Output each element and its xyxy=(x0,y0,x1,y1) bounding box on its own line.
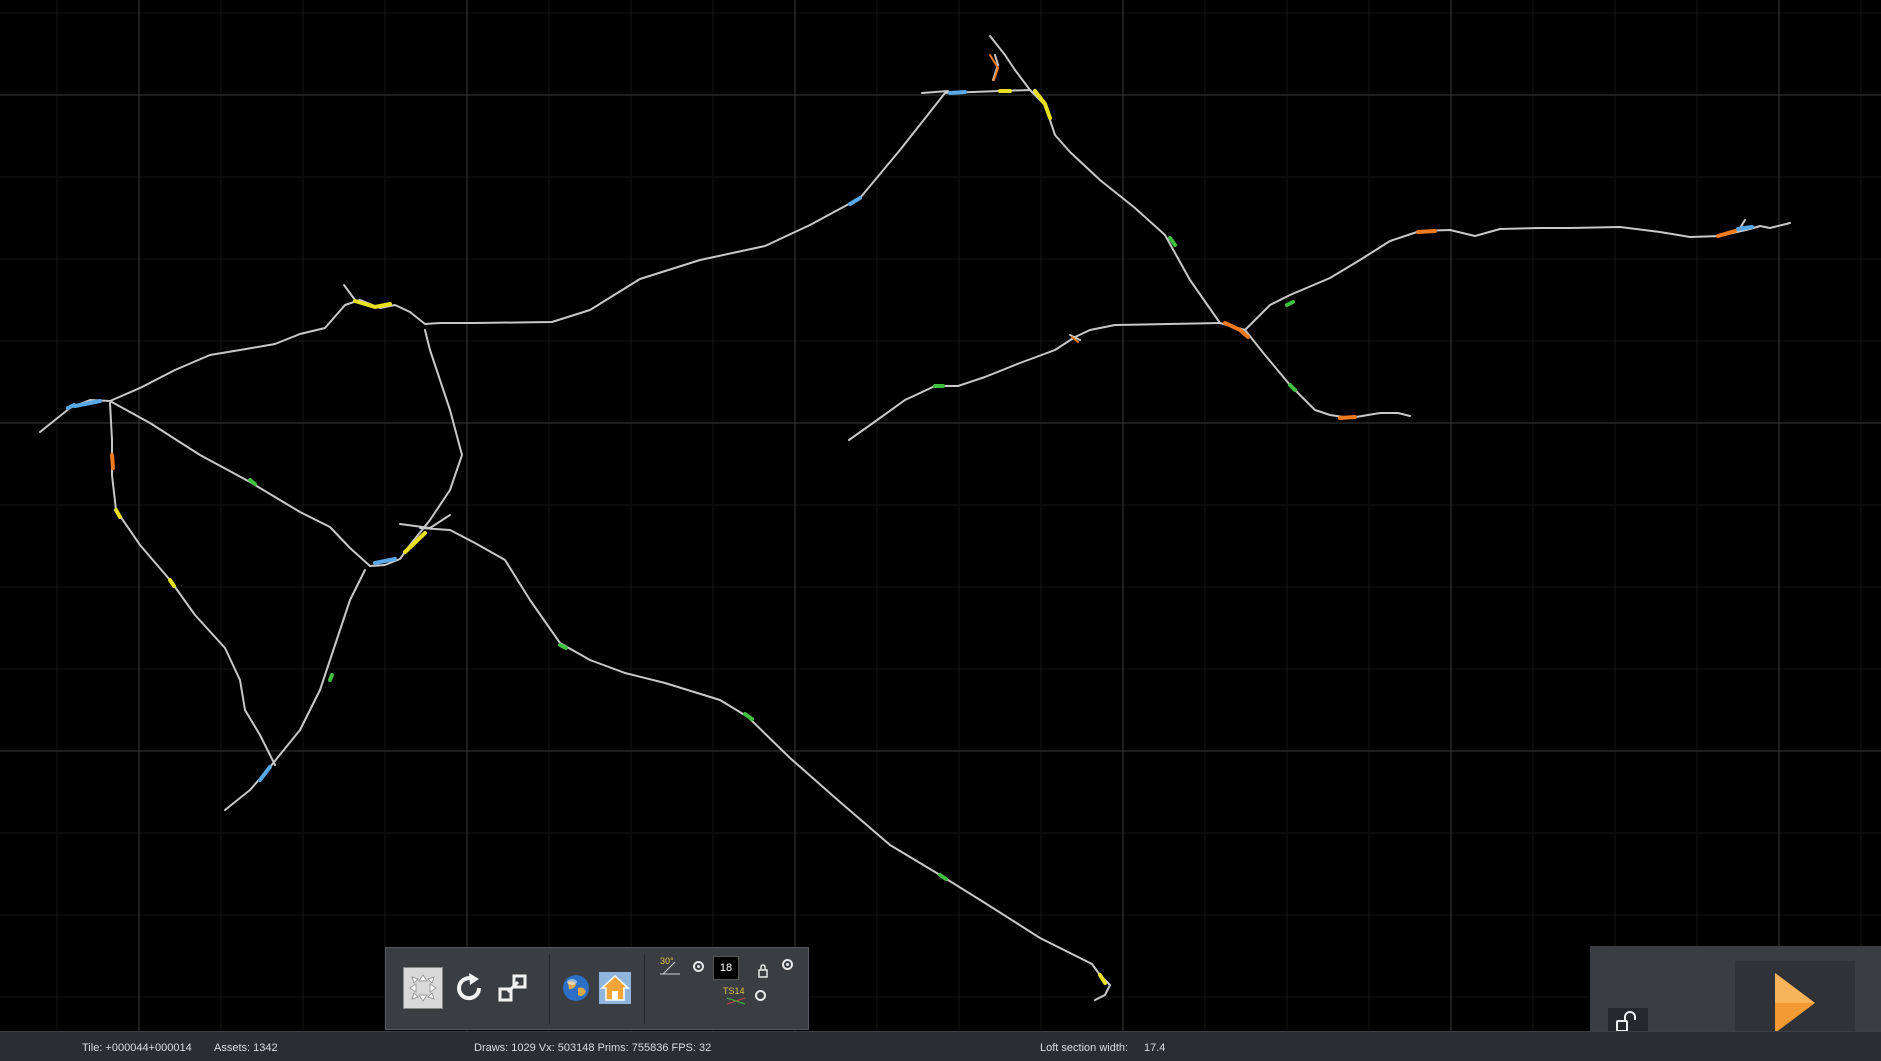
track-segment xyxy=(109,402,276,766)
ts-indicator: TS14 xyxy=(723,986,751,1008)
marker-green xyxy=(328,673,334,682)
track-map-canvas[interactable] xyxy=(0,0,1881,1061)
track-segment xyxy=(1244,222,1791,331)
marker-blue xyxy=(258,765,272,782)
track-segment xyxy=(989,35,1221,324)
angle-indicator: 30° xyxy=(658,956,684,976)
play-button[interactable] xyxy=(1760,971,1820,1033)
track-segment xyxy=(1244,329,1411,419)
rotate-view-button[interactable] xyxy=(449,967,489,1009)
marker-orange xyxy=(110,453,115,470)
marker-green xyxy=(1285,300,1295,307)
loft-width-label: Loft section width: xyxy=(1040,1042,1129,1054)
track-markers xyxy=(66,54,1754,985)
axis-icon xyxy=(726,997,746,1005)
track-segment xyxy=(109,329,463,567)
marker-orange xyxy=(1416,229,1437,234)
marker-yellow xyxy=(168,578,176,588)
marker-blue xyxy=(848,196,862,206)
world-view-button[interactable] xyxy=(556,967,596,1009)
option-radio-2[interactable] xyxy=(755,990,766,1001)
unlock-icon xyxy=(1616,1011,1636,1032)
marker-orange xyxy=(1716,229,1737,238)
ts-label: TS14 xyxy=(723,986,745,996)
play-panel xyxy=(1590,946,1881,1036)
home-view-button[interactable] xyxy=(595,967,635,1009)
resize-view-button[interactable] xyxy=(493,967,533,1009)
marker-blue xyxy=(948,90,967,95)
toolbar-separator xyxy=(644,954,645,1024)
track-segment xyxy=(224,569,366,811)
render-stats: Draws: 1029 Vx: 503148 Prims: 755836 FPS… xyxy=(474,1042,712,1054)
option-radio-1[interactable] xyxy=(782,959,793,970)
angle-label: 30° xyxy=(660,956,674,966)
marker-yellow xyxy=(403,531,427,554)
track-segment xyxy=(419,527,1111,1001)
marker-blue xyxy=(73,399,102,408)
marker-blue xyxy=(1736,225,1754,231)
marker-green xyxy=(743,712,754,721)
view-toolbar: 30° 18 TS14 xyxy=(385,947,809,1030)
marker-orange xyxy=(1338,415,1357,420)
status-bar: Tile: +000044+000014 Assets: 1342 Draws:… xyxy=(0,1031,1881,1061)
marker-yellow xyxy=(114,508,122,519)
resize-icon xyxy=(498,974,527,1002)
marker-yellow xyxy=(1098,973,1107,985)
tile-readout: Tile: +000044+000014 xyxy=(82,1042,192,1054)
marker-green xyxy=(558,643,568,650)
fit-view-button[interactable] xyxy=(403,967,443,1009)
marker-green xyxy=(938,873,948,881)
marker-green xyxy=(1288,383,1297,392)
toolbar-separator xyxy=(549,954,550,1024)
marker-blue xyxy=(66,403,76,410)
loft-width-value: 17.4 xyxy=(1144,1042,1166,1054)
play-icon xyxy=(1775,973,1815,1033)
fit-view-icon xyxy=(409,974,437,1002)
angle-radio[interactable] xyxy=(693,961,704,972)
home-icon xyxy=(599,972,631,1004)
assets-count: Assets: 1342 xyxy=(214,1042,278,1054)
rotate-icon xyxy=(457,973,482,1001)
count-field[interactable]: 18 xyxy=(713,956,739,980)
globe-icon xyxy=(563,975,589,1001)
track-segment xyxy=(343,284,356,301)
track-segment xyxy=(39,89,1046,433)
lock-small-icon[interactable] xyxy=(758,964,768,978)
